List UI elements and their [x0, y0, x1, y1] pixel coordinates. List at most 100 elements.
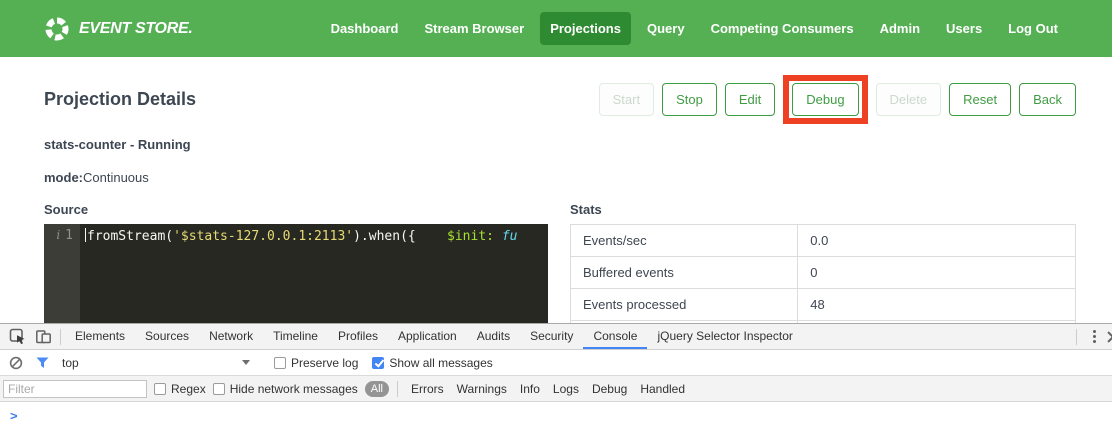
page-title: Projection Details — [44, 89, 196, 110]
editor-gutter: i 1 — [44, 224, 80, 323]
devtools-tab-elements[interactable]: Elements — [65, 324, 135, 349]
debug-highlight-annotation: Debug — [783, 75, 867, 124]
devtools-tab-application[interactable]: Application — [388, 324, 467, 349]
inspect-element-icon[interactable] — [4, 324, 30, 350]
level-filter-info[interactable]: Info — [515, 382, 545, 396]
console-output[interactable]: > — [0, 402, 1112, 438]
preserve-log-label[interactable]: Preserve log — [291, 356, 358, 370]
console-toolbar: top Preserve log Show all messages — [0, 350, 1112, 376]
main-content: Projection Details StartStopEdit Debug Del… — [0, 57, 1112, 323]
nav-item-stream-browser[interactable]: Stream Browser — [414, 12, 534, 45]
devtools-tab-security[interactable]: Security — [520, 324, 583, 349]
code-line: fromStream('$stats-127.0.0.1:2113').when… — [80, 224, 548, 323]
level-filter-errors[interactable]: Errors — [406, 382, 449, 396]
main-nav: DashboardStream BrowserProjectionsQueryC… — [321, 12, 1068, 45]
devtools-tab-jquery-selector-inspector[interactable]: jQuery Selector Inspector — [647, 324, 802, 349]
action-buttons: StartStopEdit Debug DeleteResetBack — [599, 75, 1076, 124]
regex-checkbox[interactable] — [154, 383, 166, 395]
delete-button[interactable]: Delete — [876, 83, 942, 116]
regex-label[interactable]: Regex — [171, 382, 206, 396]
nav-item-dashboard[interactable]: Dashboard — [321, 12, 409, 45]
code-editor[interactable]: i 1 fromStream('$stats-127.0.0.1:2113').… — [44, 224, 548, 323]
gutter-annotation-icon: i — [56, 228, 60, 323]
source-heading: Source — [44, 202, 548, 217]
devtools-tab-audits[interactable]: Audits — [467, 324, 520, 349]
devtools-tab-sources[interactable]: Sources — [135, 324, 199, 349]
stat-value: 0 — [798, 257, 1076, 289]
event-store-logo-icon — [44, 16, 70, 42]
nav-item-projections[interactable]: Projections — [540, 12, 631, 45]
code-token — [494, 229, 502, 244]
reset-button[interactable]: Reset — [949, 83, 1011, 116]
preserve-log-checkbox[interactable] — [274, 357, 286, 369]
stats-table-body: Events/sec0.0Buffered events0Events proc… — [571, 225, 1076, 324]
back-button[interactable]: Back — [1019, 83, 1076, 116]
device-toolbar-icon[interactable] — [30, 324, 56, 350]
nav-item-log-out[interactable]: Log Out — [998, 12, 1068, 45]
mode-line: mode:Continuous — [44, 170, 1076, 185]
clear-console-icon[interactable] — [6, 350, 26, 376]
text-caret — [85, 228, 86, 242]
stat-value: 0.0 — [798, 225, 1076, 257]
hide-network-messages-label[interactable]: Hide network messages — [230, 382, 358, 396]
execution-context-selector[interactable]: top — [58, 356, 254, 370]
stat-label: Buffered events — [571, 257, 798, 289]
level-filter-warnings[interactable]: Warnings — [452, 382, 512, 396]
edit-button[interactable]: Edit — [725, 83, 775, 116]
stats-table: Events/sec0.0Buffered events0Events proc… — [570, 224, 1076, 323]
show-all-messages-label[interactable]: Show all messages — [389, 356, 492, 370]
code-token: $init: — [447, 229, 494, 244]
level-filters: ErrorsWarningsInfoLogsDebugHandled — [406, 382, 690, 396]
kebab-menu-icon[interactable] — [1081, 324, 1107, 350]
devtools-tabs: ElementsSourcesNetworkTimelineProfilesAp… — [65, 324, 803, 349]
toolbar-separator — [60, 329, 61, 345]
stats-table-wrap: Events/sec0.0Buffered events0Events proc… — [570, 224, 1076, 323]
top-nav-bar: EVENT STORE. DashboardStream BrowserProj… — [0, 0, 1112, 57]
devtools-tab-profiles[interactable]: Profiles — [328, 324, 388, 349]
stop-button[interactable]: Stop — [662, 83, 717, 116]
level-filter-debug[interactable]: Debug — [587, 382, 632, 396]
devtools-panel: ElementsSourcesNetworkTimelineProfilesAp… — [0, 323, 1112, 440]
nav-item-competing-consumers[interactable]: Competing Consumers — [701, 12, 864, 45]
dropdown-arrow-icon — [242, 360, 250, 365]
code-token: ).when({ — [353, 229, 447, 244]
stats-row: Events processed48 — [571, 289, 1076, 321]
console-filter-bar: Regex Hide network messages All ErrorsWa… — [0, 376, 1112, 402]
hide-network-messages-checkbox[interactable] — [213, 383, 225, 395]
show-all-messages-checkbox[interactable] — [372, 357, 384, 369]
logo-text: EVENT STORE. — [79, 20, 192, 38]
context-selector-value: top — [62, 356, 79, 370]
filter-input[interactable] — [3, 380, 147, 398]
mode-label: mode: — [44, 170, 83, 185]
devtools-tab-network[interactable]: Network — [199, 324, 263, 349]
code-token: '$stats-127.0.0.1:2113' — [173, 229, 353, 244]
console-prompt-chevron-icon[interactable]: > — [0, 403, 18, 423]
devtools-tab-bar: ElementsSourcesNetworkTimelineProfilesAp… — [0, 324, 1112, 350]
stats-row: Events/sec0.0 — [571, 225, 1076, 257]
level-filter-handled[interactable]: Handled — [635, 382, 690, 396]
devtools-tab-console[interactable]: Console — [583, 324, 647, 349]
detail-columns: Source i 1 fromStream('$stats-127.0.0.1:… — [44, 202, 1076, 323]
debug-button[interactable]: Debug — [792, 83, 858, 116]
title-row: Projection Details StartStopEdit Debug Del… — [44, 75, 1076, 124]
devtools-tab-timeline[interactable]: Timeline — [263, 324, 328, 349]
stats-heading: Stats — [570, 202, 1076, 217]
toolbar-separator — [1076, 329, 1077, 345]
all-levels-badge[interactable]: All — [365, 381, 389, 397]
console-filter-funnel-icon[interactable] — [32, 350, 52, 376]
event-store-logo[interactable]: EVENT STORE. — [44, 16, 192, 42]
nav-item-query[interactable]: Query — [637, 12, 695, 45]
close-devtools-icon[interactable] — [1107, 331, 1112, 343]
stat-value: 48 — [798, 289, 1076, 321]
stat-label: Events/sec — [571, 225, 798, 257]
code-token: fromStream( — [87, 229, 173, 244]
stats-row: Buffered events0 — [571, 257, 1076, 289]
projection-status: stats-counter - Running — [44, 137, 1076, 152]
level-filter-logs[interactable]: Logs — [548, 382, 584, 396]
nav-item-users[interactable]: Users — [936, 12, 992, 45]
start-button[interactable]: Start — [599, 83, 654, 116]
line-number: 1 — [65, 228, 73, 323]
nav-item-admin[interactable]: Admin — [870, 12, 930, 45]
source-section: Source i 1 fromStream('$stats-127.0.0.1:… — [44, 202, 548, 323]
devtools-tabbar-right — [1072, 324, 1112, 350]
